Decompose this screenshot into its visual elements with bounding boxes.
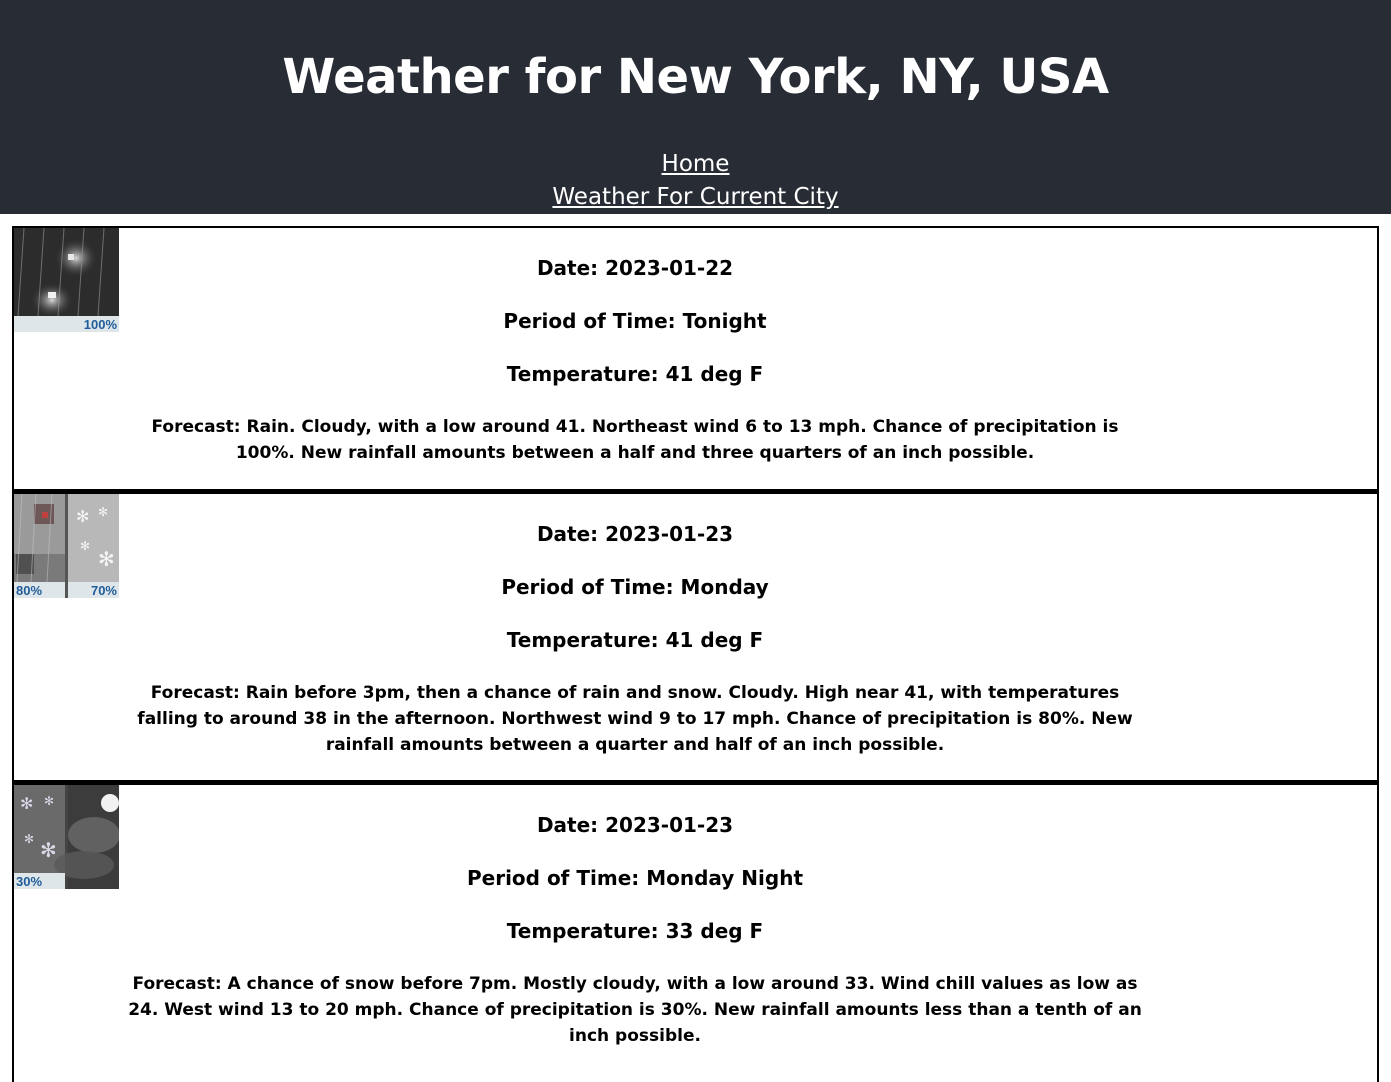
- temperature-label: Temperature: 33 deg F: [506, 919, 764, 943]
- period-card: ✻ ✻ ✻ ✻ 80% 70% Date: 2023-01-23 Period …: [12, 491, 1379, 782]
- precip-chance-label: 30%: [16, 874, 42, 889]
- date-label: Date: 2023-01-22: [536, 256, 734, 280]
- period-card: 100% Date: 2023-01-22 Period of Time: To…: [12, 226, 1379, 491]
- period-info: Date: 2023-01-22 Period of Time: Tonight…: [120, 228, 1150, 466]
- svg-text:✻: ✻: [76, 507, 89, 526]
- nav-link-home[interactable]: Home: [0, 148, 1391, 181]
- precip-chance-label: 100%: [84, 317, 118, 332]
- period-label: Period of Time: Monday Night: [466, 866, 803, 890]
- svg-text:✻: ✻: [20, 794, 33, 813]
- date-label: Date: 2023-01-23: [536, 813, 734, 837]
- svg-text:✻: ✻: [44, 794, 54, 808]
- svg-text:✻: ✻: [80, 539, 90, 553]
- period-card: ✻ ✻ ✻ ✻ 30% Date: 2023-01-23 Period of T…: [12, 782, 1379, 1082]
- precip-chance-label: 70%: [91, 583, 117, 598]
- period-label: Period of Time: Tonight: [503, 309, 767, 333]
- rain-icon: 100%: [14, 228, 119, 332]
- period-info: Date: 2023-01-23 Period of Time: Monday …: [120, 494, 1150, 758]
- forecast-text: Forecast: A chance of snow before 7pm. M…: [128, 974, 1142, 1046]
- forecast-text: Forecast: Rain. Cloudy, with a low aroun…: [151, 417, 1119, 463]
- svg-text:✻: ✻: [98, 547, 115, 571]
- temperature-label: Temperature: 41 deg F: [506, 628, 764, 652]
- nav-link-current-city[interactable]: Weather For Current City: [0, 181, 1391, 214]
- forecast-text: Forecast: Rain before 3pm, then a chance…: [137, 683, 1133, 755]
- date-label: Date: 2023-01-23: [536, 522, 734, 546]
- period-info: Date: 2023-01-23 Period of Time: Monday …: [120, 785, 1150, 1049]
- forecast-periods: 100% Date: 2023-01-22 Period of Time: To…: [12, 226, 1379, 1082]
- svg-text:✻: ✻: [24, 832, 34, 846]
- svg-text:✻: ✻: [40, 838, 57, 862]
- svg-text:✻: ✻: [98, 505, 108, 519]
- snow-cloudy-night-icon: ✻ ✻ ✻ ✻ 30%: [14, 785, 119, 889]
- rain-snow-icon: ✻ ✻ ✻ ✻ 80% 70%: [14, 494, 119, 598]
- page-title: Weather for New York, NY, USA: [282, 49, 1109, 105]
- app-header: Weather for New York, NY, USA Home Weath…: [0, 0, 1391, 214]
- temperature-label: Temperature: 41 deg F: [506, 362, 764, 386]
- period-label: Period of Time: Monday: [501, 575, 769, 599]
- nav-links: Home Weather For Current City: [0, 148, 1391, 214]
- precip-chance-label: 80%: [16, 583, 42, 598]
